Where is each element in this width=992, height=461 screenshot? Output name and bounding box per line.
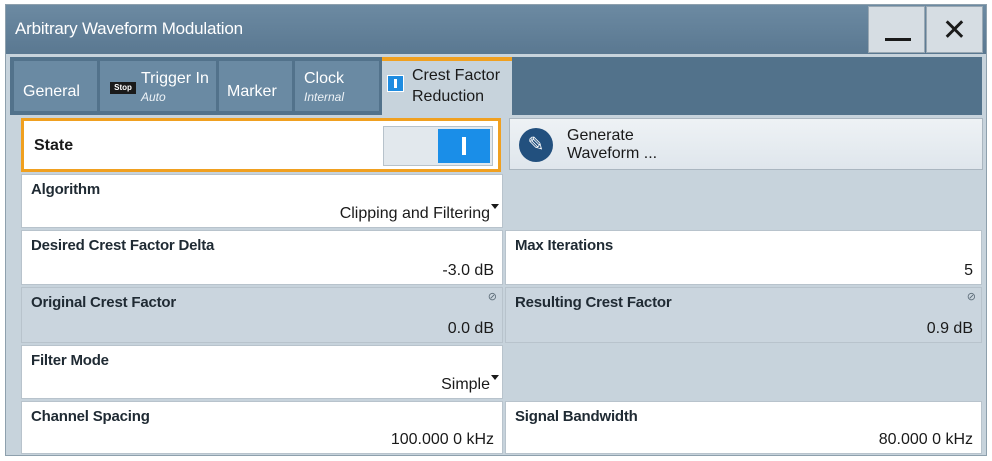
algorithm-label: Algorithm	[31, 181, 101, 198]
tab-sublabel: Internal	[304, 90, 345, 104]
max-iterations-value: 5	[964, 262, 973, 279]
algorithm-value: Clipping and Filtering	[339, 205, 490, 222]
max-iterations-label: Max Iterations	[515, 237, 614, 254]
tab-label: Clock	[304, 70, 345, 87]
channel-spacing-field[interactable]: Channel Spacing 100.000 0 kHz	[21, 401, 503, 454]
desired-crest-factor-delta-value: -3.0 dB	[442, 262, 494, 279]
resulting-crest-factor-value: 0.9 dB	[926, 320, 973, 337]
minimize-icon	[885, 38, 911, 41]
toggle-on-knob	[438, 129, 490, 163]
tab-label-line1: Crest Factor	[412, 67, 501, 84]
tab-bar: General Stop Trigger In Auto Marker Cloc…	[10, 57, 982, 115]
tab-trigger-in[interactable]: Stop Trigger In Auto	[100, 61, 216, 111]
signal-bandwidth-label: Signal Bandwidth	[515, 408, 638, 425]
minimize-button[interactable]	[868, 6, 925, 53]
title-bar[interactable]: Arbitrary Waveform Modulation ✕	[6, 5, 986, 54]
crest-factor-state-icon	[387, 75, 404, 92]
close-button[interactable]: ✕	[926, 6, 983, 53]
chevron-down-icon	[491, 375, 499, 380]
close-icon: ✕	[941, 14, 968, 47]
generate-label-line2: Waveform ...	[567, 145, 658, 162]
tab-marker[interactable]: Marker	[219, 61, 292, 111]
filter-mode-select[interactable]: Filter Mode Simple	[21, 345, 503, 399]
generate-waveform-button[interactable]: ✎ Generate Waveform ...	[509, 118, 983, 170]
channel-spacing-value: 100.000 0 kHz	[390, 431, 494, 448]
filter-mode-label: Filter Mode	[31, 352, 109, 369]
tab-label: General	[23, 83, 80, 100]
resulting-crest-factor-label: Resulting Crest Factor	[515, 294, 672, 311]
original-crest-factor-field: Original Crest Factor 0.0 dB ⊘	[21, 287, 503, 343]
desired-crest-factor-delta-field[interactable]: Desired Crest Factor Delta -3.0 dB	[21, 230, 503, 285]
tab-clock[interactable]: Clock Internal	[295, 61, 379, 111]
state-toggle[interactable]	[383, 126, 493, 166]
filter-mode-value: Simple	[441, 376, 490, 393]
generate-label-line1: Generate	[567, 127, 634, 144]
max-iterations-field[interactable]: Max Iterations 5	[505, 230, 982, 285]
tab-crest-factor-reduction[interactable]: Crest Factor Reduction	[382, 57, 512, 115]
signal-bandwidth-value: 80.000 0 kHz	[878, 431, 973, 448]
tab-label-line2: Reduction	[412, 88, 485, 105]
original-crest-factor-label: Original Crest Factor	[31, 294, 177, 311]
tab-sublabel: Auto	[141, 90, 166, 104]
tab-label: Marker	[227, 83, 277, 100]
read-only-icon: ⊘	[487, 291, 497, 303]
chevron-down-icon	[491, 204, 499, 209]
arbitrary-waveform-dialog: Arbitrary Waveform Modulation ✕ General …	[5, 4, 987, 456]
edit-waveform-icon: ✎	[519, 128, 553, 162]
tab-general[interactable]: General	[14, 61, 97, 111]
algorithm-select[interactable]: Algorithm Clipping and Filtering	[21, 174, 503, 228]
tab-label: Trigger In	[141, 70, 209, 87]
read-only-icon: ⊘	[966, 291, 976, 303]
original-crest-factor-value: 0.0 dB	[447, 320, 494, 337]
resulting-crest-factor-field: Resulting Crest Factor 0.9 dB ⊘	[505, 287, 982, 343]
desired-crest-factor-delta-label: Desired Crest Factor Delta	[31, 237, 215, 254]
channel-spacing-label: Channel Spacing	[31, 408, 150, 425]
state-row: State	[21, 118, 501, 172]
signal-bandwidth-field[interactable]: Signal Bandwidth 80.000 0 kHz	[505, 401, 982, 454]
window-title: Arbitrary Waveform Modulation	[15, 19, 243, 38]
stop-icon: Stop	[110, 82, 136, 94]
state-label: State	[34, 137, 74, 154]
